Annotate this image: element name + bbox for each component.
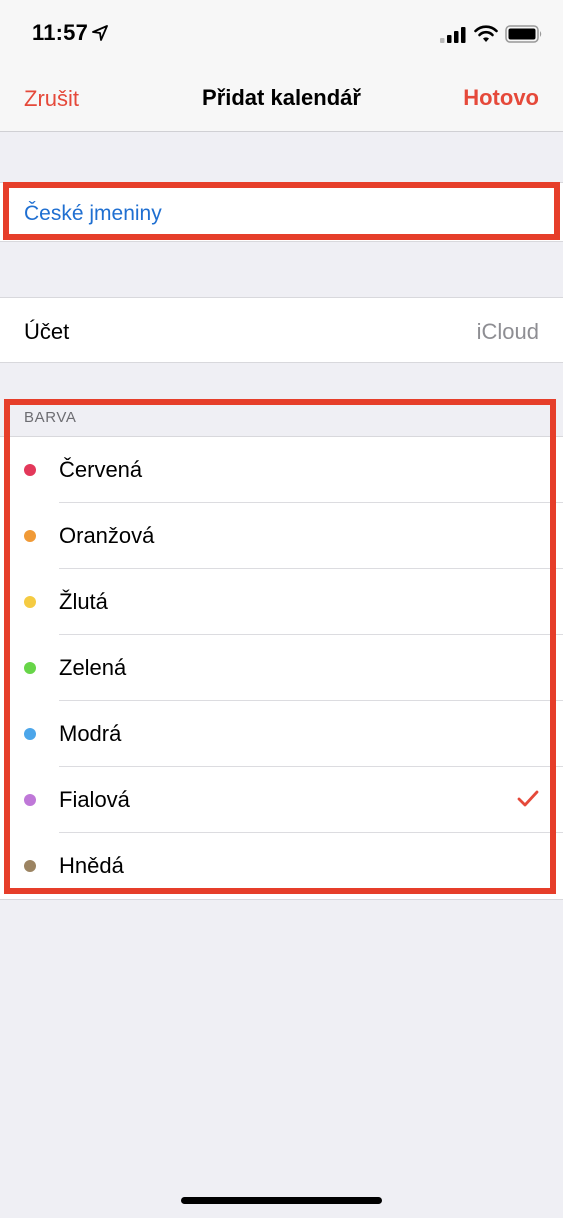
highlight-box-colors <box>4 399 556 894</box>
nav-bar: Zrušit Přidat kalendář Hotovo <box>0 66 563 132</box>
home-indicator <box>181 1197 382 1204</box>
done-button[interactable]: Hotovo <box>463 85 539 111</box>
cellular-signal-icon <box>440 27 466 43</box>
account-value: iCloud <box>476 319 539 344</box>
account-row[interactable]: Účet iCloud <box>0 297 563 363</box>
status-bar: 11:57 <box>0 0 563 66</box>
status-time: 11:57 <box>32 20 89 45</box>
location-arrow-icon <box>92 25 108 41</box>
battery-icon <box>505 25 542 43</box>
wifi-icon <box>474 25 498 42</box>
account-label: Účet <box>24 319 70 344</box>
highlight-box-name <box>3 182 560 240</box>
